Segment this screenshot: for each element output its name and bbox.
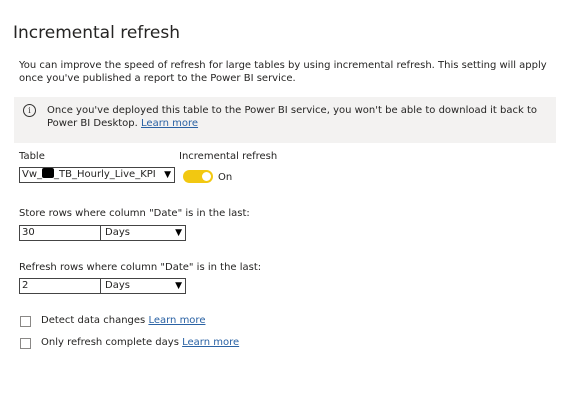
complete-days-label: Only refresh complete days: [41, 337, 179, 348]
refresh-rows-label: Refresh rows where column "Date" is in t…: [19, 262, 262, 273]
store-rows-unit-select[interactable]: Days ▼: [100, 225, 186, 241]
notice-learn-more-link[interactable]: Learn more: [141, 118, 198, 129]
detect-data-changes-learn-more-link[interactable]: Learn more: [148, 315, 205, 326]
store-rows-unit-value: Days: [105, 227, 130, 238]
chevron-down-icon: ▼: [164, 170, 171, 180]
table-select[interactable]: Vw_ _TB_Hourly_Live_KPI ▼: [19, 167, 175, 183]
toggle-state-label: On: [218, 172, 233, 183]
table-name-prefix: Vw_: [22, 169, 43, 180]
notice-text: Once you've deployed this table to the P…: [47, 105, 537, 129]
table-name-suffix: _TB_Hourly_Live_KPI: [54, 169, 156, 180]
chevron-down-icon: ▼: [175, 228, 182, 238]
store-rows-label: Store rows where column "Date" is in the…: [19, 208, 250, 219]
info-icon: i: [23, 104, 36, 117]
detect-data-changes-row: Detect data changes Learn more: [41, 315, 205, 326]
page-title: Incremental refresh: [13, 23, 180, 43]
notice-banner: i Once you've deployed this table to the…: [14, 97, 556, 143]
refresh-rows-value-input[interactable]: 2: [19, 278, 101, 294]
notice-text-block: Once you've deployed this table to the P…: [47, 104, 552, 130]
table-label: Table: [19, 151, 45, 162]
store-rows-value-input[interactable]: 30: [19, 225, 101, 241]
complete-days-row: Only refresh complete days Learn more: [41, 337, 239, 348]
refresh-rows-unit-select[interactable]: Days ▼: [100, 278, 186, 294]
detect-data-changes-label: Detect data changes: [41, 315, 146, 326]
refresh-rows-unit-value: Days: [105, 280, 130, 291]
complete-days-checkbox[interactable]: [20, 338, 31, 349]
detect-data-changes-checkbox[interactable]: [20, 316, 31, 327]
complete-days-learn-more-link[interactable]: Learn more: [182, 337, 239, 348]
incremental-refresh-toggle[interactable]: [183, 170, 213, 183]
toggle-knob: [202, 172, 211, 181]
chevron-down-icon: ▼: [175, 281, 182, 291]
incremental-refresh-label: Incremental refresh: [179, 151, 278, 162]
intro-text: You can improve the speed of refresh for…: [19, 60, 547, 84]
redaction-mark: [42, 168, 55, 178]
